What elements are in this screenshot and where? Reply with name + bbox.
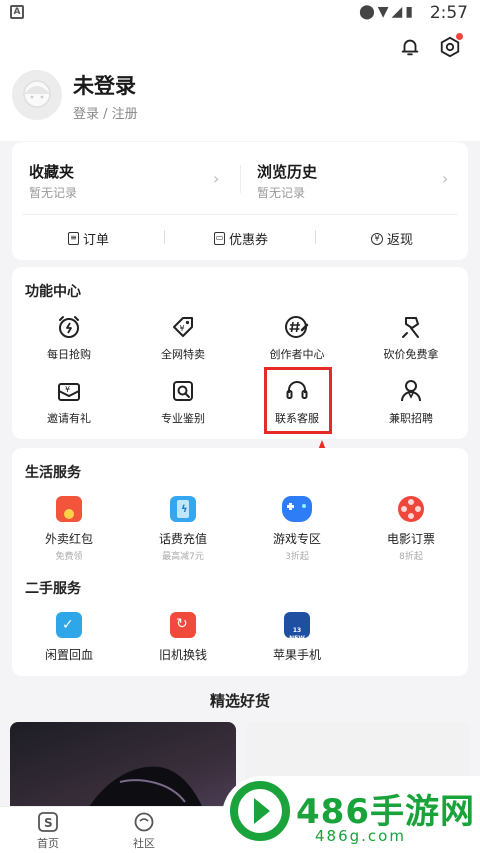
community-icon — [134, 812, 154, 832]
history-subtitle: 暂无记录 — [257, 186, 306, 200]
item-label: 电影订票 — [386, 532, 435, 546]
old-phone-trade-item[interactable]: ↻ 旧机换钱 — [126, 612, 240, 663]
divider — [240, 165, 241, 193]
axe-icon — [402, 317, 419, 338]
bargain-free-item[interactable]: 砍价免费拿 — [354, 314, 468, 362]
magnifier-icon — [173, 381, 193, 401]
tab-label: 首页 — [37, 837, 59, 850]
phone-swap-icon: ↻ — [170, 612, 196, 638]
watermark-url: 486g.com — [315, 827, 406, 845]
pro-authentication-item[interactable]: 专业鉴别 — [126, 378, 240, 426]
order-icon: ≡ — [68, 232, 79, 245]
invite-gift-item[interactable]: ¥ 邀请有礼 — [12, 378, 126, 426]
phone-recharge-item[interactable]: ϟ 话费充值 最高减7元 — [126, 496, 240, 562]
item-label: 游戏专区 — [272, 532, 321, 546]
coupon-icon: ▭ — [214, 232, 225, 245]
item-label: 外卖红包 — [44, 532, 93, 546]
divider — [315, 230, 316, 244]
favorites-subtitle: 暂无记录 — [29, 186, 78, 200]
hashtag-pen-icon — [285, 316, 309, 338]
item-label: 兼职招聘 — [389, 412, 433, 425]
cashback-link[interactable]: ¥ 返现 — [371, 229, 413, 248]
gamepad-icon — [282, 496, 312, 522]
envelope-yen-icon: ¥ — [58, 383, 80, 401]
highlight-box — [264, 367, 332, 434]
daily-flash-sale-item[interactable]: 每日抢购 — [12, 314, 126, 362]
yen-icon: ¥ — [371, 232, 383, 245]
item-label: 旧机换钱 — [158, 648, 207, 662]
idle-items-item[interactable]: ✓ 闲置回血 — [12, 612, 126, 663]
movie-tickets-item[interactable]: 电影订票 8折起 — [354, 496, 468, 562]
history-title[interactable]: 浏览历史 — [257, 161, 317, 182]
red-packet-icon — [56, 496, 82, 522]
item-label: 苹果手机 — [272, 648, 321, 662]
part-time-jobs-item[interactable]: 兼职招聘 — [354, 378, 468, 426]
login-register-link[interactable]: 登录 / 注册 — [73, 103, 138, 122]
sitewide-sale-item[interactable]: ¥ 全网特卖 — [126, 314, 240, 362]
item-label: 邀请有礼 — [47, 412, 91, 425]
coupons-link[interactable]: ▭ 优惠券 — [214, 229, 268, 248]
favorites-title[interactable]: 收藏夹 — [29, 161, 74, 182]
phone-charge-icon: ϟ — [170, 496, 196, 522]
iphone-icon: 13 NEW — [284, 612, 310, 642]
home-s-icon: S — [38, 812, 58, 832]
item-subtitle: 8折起 — [399, 552, 423, 562]
function-center-title: 功能中心 — [25, 284, 81, 300]
item-label: 专业鉴别 — [161, 412, 205, 425]
chevron-right-icon: › — [442, 169, 449, 188]
watermark-text: 486手游网 — [296, 792, 475, 832]
orders-link[interactable]: ≡ 订单 — [68, 229, 109, 248]
item-label: 创作者中心 — [269, 348, 325, 361]
avatar[interactable] — [12, 70, 62, 120]
divider — [164, 230, 165, 244]
watermark-logo-icon — [230, 781, 290, 841]
featured-title: 精选好货 — [209, 692, 270, 710]
game-zone-item[interactable]: 游戏专区 3折起 — [240, 496, 354, 562]
item-label: 砍价免费拿 — [383, 348, 439, 361]
svg-text:¥: ¥ — [65, 385, 70, 394]
svg-text:¥: ¥ — [180, 324, 185, 333]
svg-text:S: S — [44, 816, 53, 830]
cashback-label: 返现 — [387, 233, 414, 248]
chevron-right-icon: › — [213, 169, 220, 188]
life-services-title: 生活服务 — [25, 465, 81, 481]
recycle-box-icon: ✓ — [56, 612, 82, 638]
creator-center-item[interactable]: 创作者中心 — [240, 314, 354, 362]
tab-label: 社区 — [133, 837, 155, 850]
second-hand-title: 二手服务 — [25, 581, 81, 597]
status-time: 2:57 — [429, 3, 468, 23]
coupons-label: 优惠券 — [229, 233, 269, 248]
alarm-clock-icon — [59, 316, 79, 338]
item-label: 闲置回血 — [44, 648, 93, 662]
apple-phones-item[interactable]: 13 NEW 苹果手机 — [240, 612, 354, 663]
iphone-badge: 13 NEW — [289, 627, 305, 642]
takeout-red-packet-item[interactable]: 外卖红包 免费领 — [12, 496, 126, 562]
price-tag-icon: ¥ — [173, 317, 193, 337]
username: 未登录 — [73, 74, 136, 98]
bell-icon[interactable] — [399, 36, 421, 58]
notification-icon: A — [10, 5, 24, 19]
item-subtitle: 最高减7元 — [162, 552, 204, 562]
item-subtitle: 3折起 — [285, 552, 309, 562]
status-icons: ⬤▼◢▮ — [359, 4, 416, 20]
tab-community[interactable]: 社区 — [114, 812, 174, 851]
item-label: 每日抢购 — [47, 348, 91, 361]
notification-dot — [456, 33, 463, 40]
person-icon — [401, 380, 421, 402]
item-label: 全网特卖 — [161, 348, 205, 361]
film-reel-icon — [398, 496, 424, 522]
orders-label: 订单 — [83, 233, 110, 248]
item-subtitle: 免费领 — [55, 552, 83, 562]
divider — [22, 214, 458, 215]
tab-home[interactable]: S 首页 — [18, 812, 78, 851]
item-label: 话费充值 — [158, 532, 207, 546]
